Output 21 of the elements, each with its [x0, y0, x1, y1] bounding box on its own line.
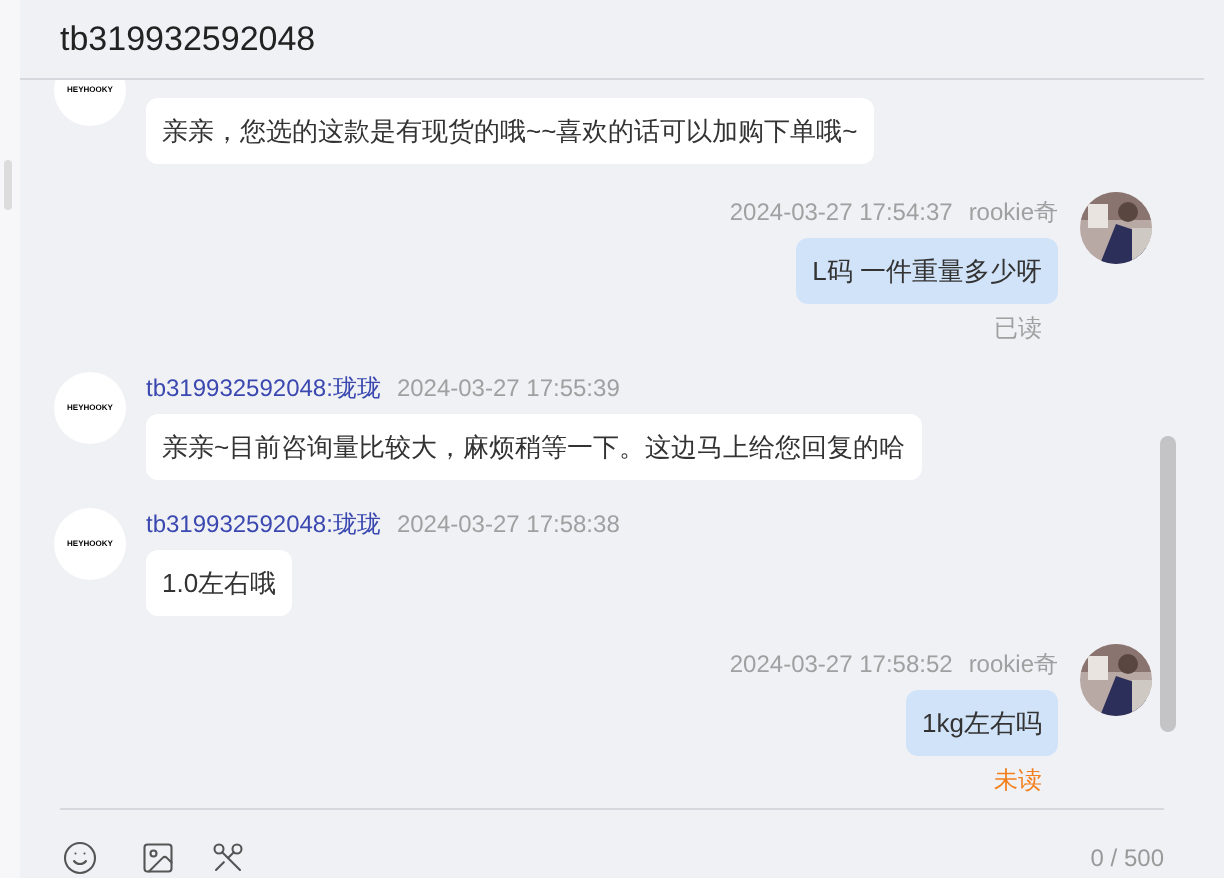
sender-name: tb319932592048:珑珑 [146, 508, 381, 540]
read-status: 未读 [994, 764, 1042, 796]
message-bubble: L码 一件重量多少呀 [796, 238, 1058, 304]
message-time: 2024-03-27 17:55:39 [396, 372, 620, 404]
character-counter: 0 / 500 [1090, 842, 1164, 876]
message-time: 2024-03-27 17:58:52 [729, 648, 953, 680]
read-status: 已读 [994, 312, 1042, 344]
scissors-icon[interactable] [210, 840, 246, 876]
chat-title: tb319932592048 [60, 17, 316, 62]
message-time: 2024-03-27 17:58:38 [396, 508, 620, 540]
image-icon[interactable] [140, 840, 176, 876]
message-bubble: 亲亲~目前咨询量比较大，麻烦稍等一下。这边马上给您回复的哈 [146, 414, 922, 480]
message-bubble: 1kg左右吗 [906, 690, 1058, 756]
message-time: 2024-03-27 17:54:37 [729, 196, 953, 228]
message-bubble: 1.0左右哦 [146, 550, 293, 616]
message-bubble: 亲亲，您选的这款是有现货的哦~~喜欢的话可以加购下单哦~ [146, 98, 874, 164]
emoji-icon[interactable] [62, 840, 98, 876]
scrollbar[interactable] [1160, 436, 1176, 732]
sender-name: tb319932592048:珑珑 [146, 372, 381, 404]
sender-name: rookie奇 [968, 196, 1058, 228]
sender-name: rookie奇 [968, 648, 1058, 680]
